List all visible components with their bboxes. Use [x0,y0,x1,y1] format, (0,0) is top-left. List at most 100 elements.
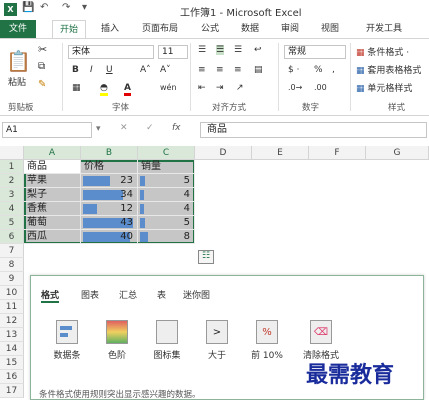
format-as-table-button[interactable]: ▦ 套用表格格式 [356,63,421,76]
customize-qa-icon[interactable]: ▾ [82,2,87,13]
column-header-g[interactable]: G [366,146,429,160]
table-cell[interactable]: 商品 [24,160,81,174]
price-cell[interactable]: 12 [81,202,138,216]
qa-tab-charts[interactable]: 图表 [81,288,99,301]
qa-tab-formatting[interactable]: 格式 [41,288,60,303]
align-right-icon[interactable]: ≡ [234,65,242,75]
tab-view[interactable]: 视图 [316,20,344,38]
price-cell[interactable]: 43 [81,216,138,230]
comma-button[interactable]: , [332,65,335,75]
copy-icon[interactable]: ⧉ [38,61,45,72]
column-header-a[interactable]: A [24,146,81,160]
align-bottom-icon[interactable]: ☰ [234,45,242,55]
select-all-corner[interactable] [0,146,24,160]
table-cell[interactable]: 香蕉 [24,202,81,216]
grow-font-button[interactable]: A˄ [140,65,151,75]
row-header[interactable]: 11 [0,300,24,314]
row-header[interactable]: 17 [0,384,24,398]
redo-icon[interactable]: ↷ [62,2,70,13]
qa-item-color-scale[interactable]: 色阶 [95,320,139,361]
undo-icon[interactable]: ↶ [40,2,48,13]
row-header[interactable]: 12 [0,314,24,328]
wrap-text-icon[interactable]: ↩ [254,45,262,55]
tab-file[interactable]: 文件 [0,20,36,38]
table-cell[interactable]: 苹果 [24,174,81,188]
align-top-icon[interactable]: ☰ [198,45,206,55]
increase-indent-icon[interactable]: ⇥ [216,83,224,93]
save-icon[interactable]: 💾 [22,2,34,13]
align-center-icon[interactable]: ≡ [216,65,224,75]
paste-button[interactable]: 粘贴 [8,75,26,88]
qa-item-clear-format[interactable]: ⌫ 清除格式 [299,320,343,361]
tab-home[interactable]: 开始 [52,20,86,38]
paste-icon[interactable]: 📋 [6,49,31,73]
table-cell[interactable]: 梨子 [24,188,81,202]
quick-analysis-button[interactable]: ☷ [198,250,214,264]
row-header[interactable]: 15 [0,356,24,370]
table-cell[interactable]: 西瓜 [24,230,81,244]
row-header[interactable]: 6 [0,230,24,244]
align-left-icon[interactable]: ≡ [198,65,206,75]
decrease-indent-icon[interactable]: ⇤ [198,83,206,93]
price-cell[interactable]: 23 [81,174,138,188]
cut-icon[interactable]: ✂ [38,43,47,56]
price-cell[interactable]: 34 [81,188,138,202]
qa-item-greater-than[interactable]: > 大于 [195,320,239,361]
borders-icon[interactable]: ▦ [72,83,81,93]
row-header[interactable]: 13 [0,328,24,342]
qa-item-icon-set[interactable]: 图标集 [145,320,189,361]
price-cell[interactable]: 40 [81,230,138,244]
row-header[interactable]: 8 [0,258,24,272]
tab-formulas[interactable]: 公式 [196,20,224,38]
row-header[interactable]: 4 [0,202,24,216]
row-header[interactable]: 3 [0,188,24,202]
format-painter-icon[interactable]: ✎ [38,79,46,90]
qa-tab-totals[interactable]: 汇总 [119,288,137,301]
conditional-formatting-button[interactable]: ▦ 条件格式 · [356,45,409,58]
percent-button[interactable]: % [314,65,323,75]
enter-icon[interactable]: ✓ [146,123,154,133]
bold-button[interactable]: B [72,65,79,75]
merge-center-icon[interactable]: ▤ [254,65,263,75]
row-header[interactable]: 10 [0,286,24,300]
tab-data[interactable]: 数据 [236,20,264,38]
insert-function-button[interactable]: fx [172,123,181,133]
column-header-d[interactable]: D [195,146,252,160]
decrease-decimal-icon[interactable]: .00 [314,83,327,92]
row-header[interactable]: 7 [0,244,24,258]
fill-color-icon[interactable]: ◓ [100,83,108,96]
phonetic-icon[interactable]: wén [160,83,177,92]
cancel-icon[interactable]: ✕ [120,123,128,133]
qty-cell[interactable]: 4 [138,202,195,216]
column-header-f[interactable]: F [309,146,366,160]
font-size-select[interactable]: 11 [158,45,188,59]
tab-insert[interactable]: 插入 [96,20,124,38]
row-header[interactable]: 16 [0,370,24,384]
tab-review[interactable]: 审阅 [276,20,304,38]
qa-tab-tables[interactable]: 表 [157,288,166,301]
italic-button[interactable]: I [90,65,93,75]
row-header[interactable]: 1 [0,160,24,174]
underline-button[interactable]: U [106,65,113,75]
align-middle-icon[interactable]: ☰ [216,45,225,55]
qa-item-top-10-percent[interactable]: % 前 10% [245,320,289,361]
column-header-c[interactable]: C [138,146,195,160]
qty-cell[interactable]: 4 [138,188,195,202]
shrink-font-button[interactable]: A˅ [160,65,171,75]
increase-decimal-icon[interactable]: .0→ [288,83,302,92]
name-box-dropdown-icon[interactable]: ▾ [96,124,101,134]
qty-cell[interactable]: 8 [138,230,195,244]
tab-developer[interactable]: 开发工具 [360,20,408,38]
currency-button[interactable]: $ · [288,65,299,75]
qty-cell[interactable]: 5 [138,174,195,188]
column-header-e[interactable]: E [252,146,309,160]
qa-item-data-bars[interactable]: 数据条 [45,320,89,361]
row-header[interactable]: 5 [0,216,24,230]
orientation-icon[interactable]: ↗ [236,83,244,93]
tab-page-layout[interactable]: 页面布局 [136,20,184,38]
table-cell[interactable]: 销量 [138,160,195,174]
formula-input[interactable]: 商品 [200,122,427,138]
name-box[interactable]: A1 [2,122,92,138]
row-header[interactable]: 14 [0,342,24,356]
font-name-select[interactable]: 宋体 [68,45,154,59]
